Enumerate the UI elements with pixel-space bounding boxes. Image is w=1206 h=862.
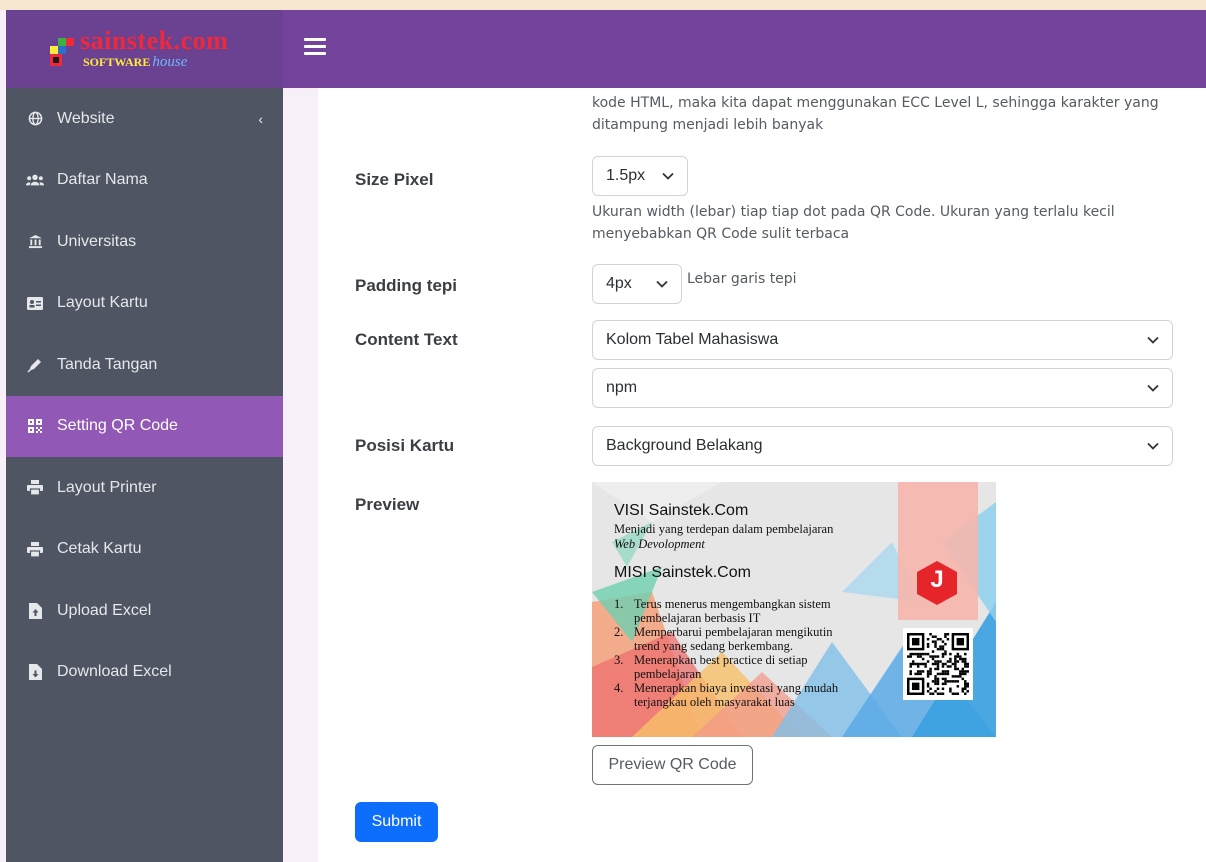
- university-icon: [26, 233, 44, 251]
- file-download-icon: [26, 663, 44, 681]
- misi-title: MISI Sainstek.Com: [614, 564, 751, 581]
- misi-item-num: 2.: [614, 625, 624, 639]
- sidebar-item-label: Layout Printer: [57, 478, 157, 496]
- misi-item-num: 3.: [614, 653, 624, 667]
- sidebar-item-label: Tanda Tangan: [57, 355, 158, 373]
- size-pixel-help: Ukuran width (lebar) tiap tiap dot pada …: [592, 201, 1192, 245]
- padding-value: 4px: [606, 275, 632, 292]
- brand-tagline: SOFTWARE house: [83, 54, 187, 71]
- main-content: kode HTML, maka kita dapat menggunakan E…: [318, 88, 1206, 862]
- posisi-kartu-value: Background Belakang: [606, 437, 763, 454]
- sidebar: sainstek.com SOFTWARE house Website ‹ Daf…: [6, 10, 283, 862]
- padding-select[interactable]: 4px: [592, 264, 682, 304]
- qrcode-icon: [26, 417, 44, 435]
- sidebar-item-download-excel[interactable]: Download Excel: [6, 642, 283, 704]
- posisi-kartu-select[interactable]: Background Belakang: [592, 426, 1173, 466]
- id-card-icon: [26, 294, 44, 312]
- brand-sub-italic: house: [152, 54, 188, 70]
- sidebar-item-label: Website: [57, 109, 115, 127]
- size-pixel-value: 1.5px: [606, 167, 646, 184]
- brand-sub-bold: SOFTWARE: [83, 55, 151, 69]
- padding-help: Lebar garis tepi: [687, 271, 797, 287]
- visi-italic: Web Devolopment: [614, 537, 705, 551]
- qr-code-icon: [907, 633, 969, 695]
- visi-title: VISI Sainstek.Com: [614, 502, 749, 519]
- ecc-help-text: kode HTML, maka kita dapat menggunakan E…: [592, 92, 1192, 136]
- brand-logo: sainstek.com SOFTWARE house: [50, 24, 240, 74]
- misi-item-line: Menerapkan best practice di setiap: [634, 653, 808, 667]
- help-line: Ukuran width (lebar) tiap tiap dot pada …: [592, 204, 1115, 220]
- content-column-value: npm: [606, 379, 638, 396]
- misi-item-num: 4.: [614, 681, 624, 695]
- chevron-down-icon: [1147, 442, 1159, 450]
- sidebar-item-cetak-kartu[interactable]: Cetak Kartu: [6, 519, 283, 581]
- topbar: [283, 10, 1206, 88]
- logo-blocks-icon: [50, 38, 76, 66]
- sidebar-item-label: Setting QR Code: [57, 417, 178, 435]
- chevron-down-icon: [656, 280, 668, 288]
- printer-icon: [26, 479, 44, 497]
- signature-icon: [26, 356, 44, 374]
- sidebar-item-layout-kartu[interactable]: Layout Kartu: [6, 273, 283, 335]
- brand-name: sainstek.com: [80, 26, 229, 55]
- printer-icon: [26, 540, 44, 558]
- content-text-select[interactable]: Kolom Tabel Mahasiswa: [592, 320, 1173, 360]
- top-strip: [0, 0, 1206, 10]
- qr-code-image: [903, 628, 973, 700]
- misi-item: 1. Terus menerus mengembangkan sistem pemb…: [614, 597, 884, 625]
- misi-item-line: pembelajaran berbasis IT: [634, 611, 761, 625]
- misi-item-line: trend yang sedang berkembang.: [634, 639, 793, 653]
- misi-item: 2. Memperbarui pembelajaran mengikutin tre…: [614, 625, 884, 653]
- size-pixel-select[interactable]: 1.5px: [592, 156, 688, 196]
- sidebar-item-label: Upload Excel: [57, 601, 152, 619]
- chevron-down-icon: [1147, 336, 1159, 344]
- sidebar-item-upload-excel[interactable]: Upload Excel: [6, 580, 283, 642]
- file-upload-icon: [26, 602, 44, 620]
- sidebar-item-label: Cetak Kartu: [57, 540, 142, 558]
- content-text-value: Kolom Tabel Mahasiswa: [606, 331, 779, 348]
- preview-qr-code-button[interactable]: Preview QR Code: [592, 745, 753, 785]
- posisi-kartu-label: Posisi Kartu: [355, 436, 455, 455]
- sidebar-item-daftar-nama[interactable]: Daftar Nama: [6, 150, 283, 212]
- misi-item-line: Terus menerus mengembangkan sistem: [634, 597, 831, 611]
- help-line: ditampung menjadi lebih banyak: [592, 117, 824, 133]
- misi-item-line: terjangkau oleh masyarakat luas: [634, 695, 795, 709]
- visi-text: Menjadi yang terdepan dalam pembelajaran: [614, 522, 834, 536]
- sidebar-item-label: Universitas: [57, 232, 137, 250]
- misi-list: 1. Terus menerus mengembangkan sistem pemb…: [614, 597, 884, 709]
- misi-item-num: 1.: [614, 597, 624, 611]
- sidebar-item-tanda-tangan[interactable]: Tanda Tangan: [6, 334, 283, 396]
- app-frame: sainstek.com SOFTWARE house Website ‹ Daf…: [6, 10, 1206, 862]
- chevron-down-icon: [1147, 384, 1159, 392]
- hamburger-menu-icon[interactable]: [304, 38, 326, 60]
- users-icon: [26, 171, 44, 189]
- sidebar-item-layout-printer[interactable]: Layout Printer: [6, 457, 283, 519]
- globe-icon: [26, 110, 44, 128]
- padding-label: Padding tepi: [355, 276, 457, 295]
- misi-item-line: Memperbarui pembelajaran mengikutin: [634, 625, 833, 639]
- misi-item: 3. Menerapkan best practice di setiap pemb…: [614, 653, 884, 681]
- logo-letter: J: [930, 566, 944, 593]
- brand[interactable]: sainstek.com SOFTWARE house: [6, 10, 283, 88]
- size-pixel-label: Size Pixel: [355, 170, 434, 189]
- preview-label: Preview: [355, 495, 420, 514]
- content-text-label: Content Text: [355, 330, 458, 349]
- sidebar-item-label: Daftar Nama: [57, 171, 148, 189]
- sidebar-item-website[interactable]: Website ‹: [6, 88, 283, 150]
- help-line: kode HTML, maka kita dapat menggunakan E…: [592, 95, 1159, 111]
- sidebar-item-universitas[interactable]: Universitas: [6, 211, 283, 273]
- card-preview-image: J VISI Sainstek.Com Menjadi yang terdepa…: [592, 482, 996, 737]
- help-line: menyebabkan QR Code sulit terbaca: [592, 226, 850, 242]
- sidebar-item-label: Layout Kartu: [57, 294, 148, 312]
- chevron-left-icon: ‹: [258, 110, 263, 127]
- content-column-select[interactable]: npm: [592, 368, 1173, 408]
- misi-item-line: pembelajaran: [634, 667, 702, 681]
- sidebar-menu: Website ‹ Daftar Nama Universitas Layout…: [6, 88, 283, 703]
- misi-item-line: Menerapkan biaya investasi yang mudah: [634, 681, 839, 695]
- chevron-down-icon: [662, 172, 674, 180]
- submit-button[interactable]: Submit: [355, 802, 438, 842]
- sidebar-item-label: Download Excel: [57, 663, 172, 681]
- misi-item: 4. Menerapkan biaya investasi yang mudah t…: [614, 681, 884, 709]
- sidebar-item-setting-qr-code[interactable]: Setting QR Code: [6, 395, 283, 457]
